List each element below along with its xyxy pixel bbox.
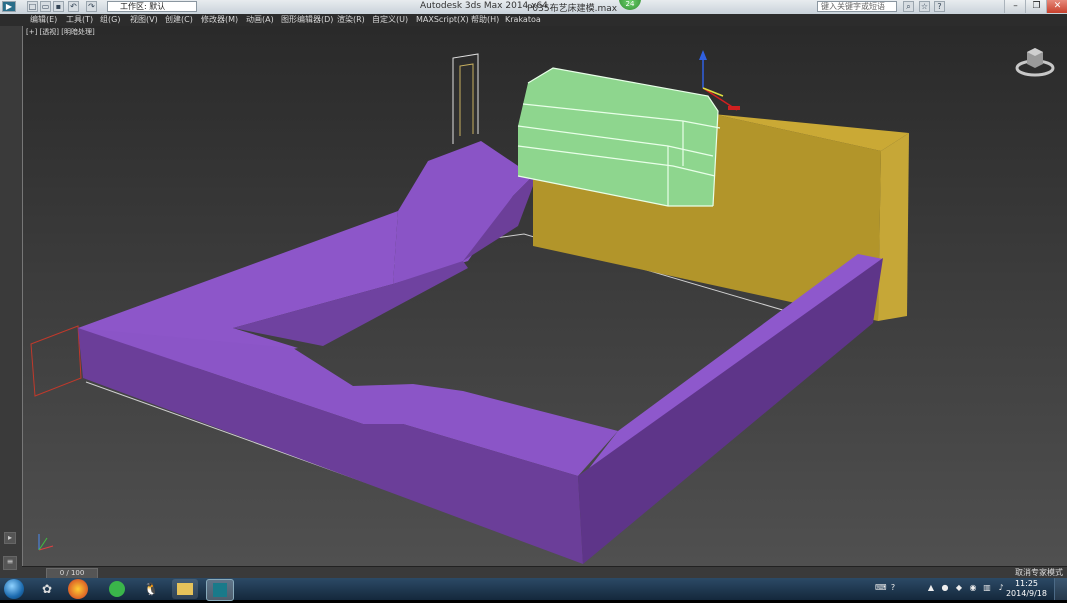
network-icon[interactable]: ▥	[982, 583, 992, 593]
close-button[interactable]: ✕	[1046, 0, 1067, 13]
expand-arrow-icon[interactable]: ▸	[4, 532, 16, 544]
menu-tools[interactable]: 工具(T)	[66, 14, 93, 26]
flower-app-icon[interactable]: ✿	[34, 579, 60, 599]
star-icon[interactable]: ☆	[919, 1, 930, 12]
tray-icon-b[interactable]: ●	[940, 583, 950, 593]
qq-icon[interactable]: 🐧	[138, 579, 164, 599]
menu-help[interactable]: 帮助(H)	[471, 14, 499, 26]
undo-icon[interactable]: ↶	[68, 1, 79, 12]
360-browser-icon[interactable]	[104, 579, 130, 599]
shield-icon[interactable]: ◆	[954, 583, 964, 593]
menu-animation[interactable]: 动画(A)	[246, 14, 274, 26]
viewport-scene	[30, 50, 909, 564]
frame-wireframe	[452, 53, 479, 144]
clock-time: 11:25	[1014, 579, 1039, 588]
menu-krakatoa[interactable]: Krakatoa	[505, 14, 541, 26]
app-logo-icon[interactable]: ▶	[2, 1, 16, 12]
binoculars-icon[interactable]: ⌕	[903, 1, 914, 12]
open-icon[interactable]: ▭	[40, 1, 51, 12]
file-name: P035布艺床建模.max	[527, 4, 618, 14]
folder-icon[interactable]	[172, 579, 198, 599]
menu-views[interactable]: 视图(V)	[130, 14, 158, 26]
axis-tripod	[38, 534, 54, 551]
left-toolbar: ▸ ≡	[0, 26, 22, 578]
selection-bracket	[30, 325, 82, 397]
volume-icon[interactable]: ♪	[996, 583, 1006, 593]
search-input[interactable]: 键入关键字或短语	[817, 1, 897, 12]
tray-icon-a[interactable]: ▲	[926, 583, 936, 593]
help-tray-icon[interactable]: ?	[888, 583, 898, 593]
viewcube-icon[interactable]	[1013, 44, 1057, 78]
menu-group[interactable]: 组(G)	[100, 14, 120, 26]
layer-icon[interactable]: ≡	[3, 556, 17, 570]
chrome-icon[interactable]	[68, 579, 88, 599]
start-orb-icon[interactable]	[4, 579, 24, 599]
windows-taskbar: ✿ 🐧 ⌨ ? ▲ ● ◆ ◉ ▥ ♪ 11:25 2014/9/18	[0, 578, 1067, 601]
3dsmax-icon[interactable]	[206, 579, 234, 601]
new-icon[interactable]: □	[27, 1, 38, 12]
menu-maxscript[interactable]: MAXScript(X)	[416, 14, 469, 26]
clock-date: 2014/9/18	[1005, 589, 1047, 598]
notification-badge[interactable]: 24	[619, 0, 641, 10]
help-icon[interactable]: ?	[934, 1, 945, 12]
perspective-viewport[interactable]: [+] [透视] [明暗处理]	[22, 26, 1067, 566]
menu-graph-editors[interactable]: 图形编辑器(D)	[281, 14, 333, 26]
menu-create[interactable]: 创建(C)	[165, 14, 193, 26]
show-desktop-button[interactable]	[1054, 578, 1067, 600]
menu-edit[interactable]: 编辑(E)	[30, 14, 57, 26]
maximize-button[interactable]: ❐	[1025, 0, 1047, 13]
title-bar: ▶ □ ▭ ▪ ↶ ↷ 工作区: 默认 Autodesk 3ds Max 201…	[0, 0, 1067, 14]
tray-icon-c[interactable]: ◉	[968, 583, 978, 593]
keyboard-icon[interactable]: ⌨	[875, 583, 887, 593]
minimize-button[interactable]: –	[1004, 0, 1026, 13]
menu-customize[interactable]: 自定义(U)	[372, 14, 408, 26]
clock[interactable]: 11:25 2014/9/18	[1006, 579, 1047, 599]
menu-modifiers[interactable]: 修改器(M)	[201, 14, 238, 26]
viewport-label[interactable]: [+] [透视] [明暗处理]	[26, 27, 95, 37]
workspace-dropdown[interactable]: 工作区: 默认	[107, 1, 197, 12]
menu-rendering[interactable]: 渲染(R)	[337, 14, 365, 26]
redo-icon[interactable]: ↷	[86, 1, 97, 12]
save-icon[interactable]: ▪	[53, 1, 64, 12]
